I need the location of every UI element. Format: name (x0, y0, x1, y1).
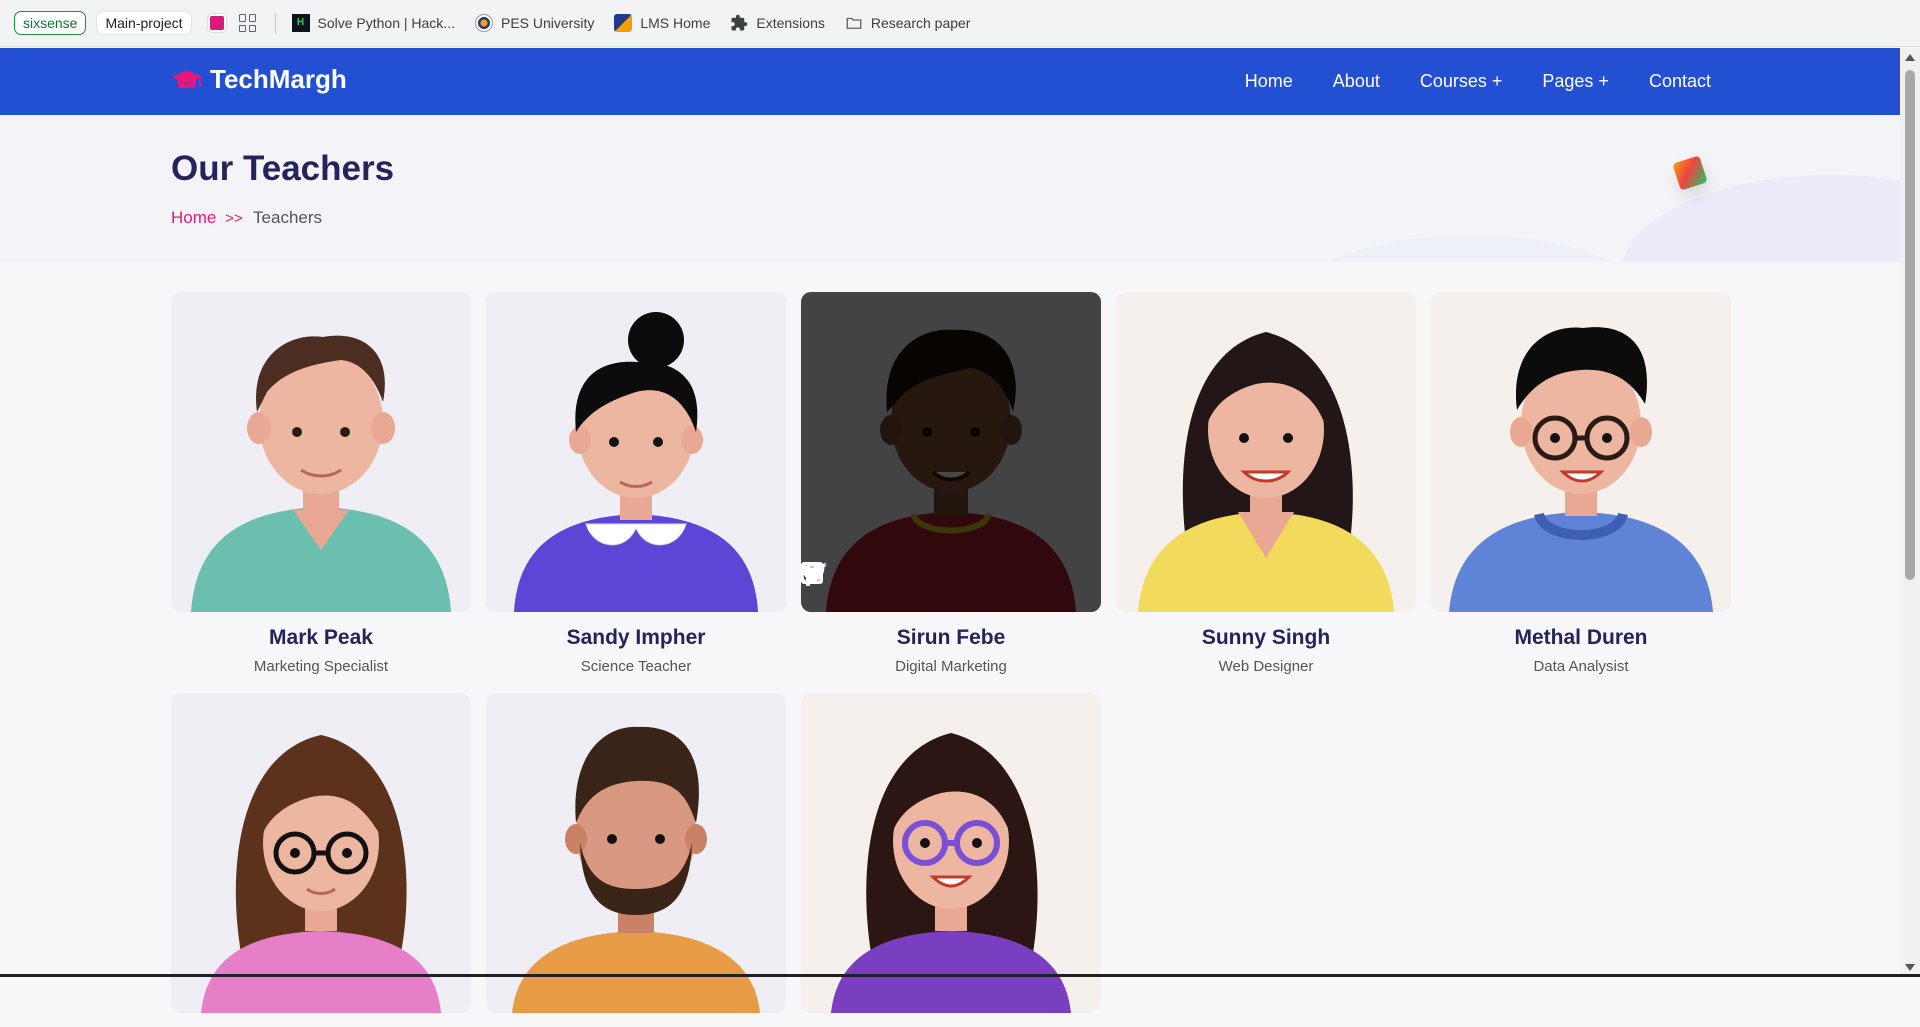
breadcrumb: Home >> Teachers (171, 208, 322, 228)
site-navbar: TechMargh Home About Courses + Pages + C… (0, 48, 1900, 115)
nav-contact[interactable]: Contact (1649, 71, 1711, 92)
bookmark-label: Research paper (870, 15, 971, 31)
teachers-grid: Mark Peak Marketing Specialist Sandy Imp… (0, 262, 1900, 1013)
breadcrumb-home-link[interactable]: Home (171, 208, 216, 227)
twitter-icon[interactable] (801, 562, 937, 586)
teacher-photo[interactable] (1431, 292, 1731, 612)
bookmarks-divider (274, 13, 276, 33)
folder-icon (846, 17, 862, 29)
bookmark-extensions[interactable]: Extensions (730, 14, 825, 32)
teacher-avatar-icon (201, 735, 441, 1013)
teacher-name: Sirun Febe (896, 626, 1006, 649)
teacher-avatar-icon (1138, 332, 1394, 612)
bookmark-lms-home[interactable]: LMS Home (614, 14, 710, 32)
teacher-photo[interactable] (486, 693, 786, 1013)
decorative-wave (1260, 235, 1680, 262)
breadcrumb-current: Teachers (253, 208, 323, 227)
apps-grid-icon[interactable] (238, 14, 257, 32)
teacher-photo[interactable] (171, 292, 471, 612)
teacher-avatar-icon (191, 335, 451, 612)
decorative-cube-icon (1672, 155, 1708, 191)
teacher-photo[interactable] (486, 292, 786, 612)
instagram-icon[interactable] (801, 562, 989, 586)
teacher-photo[interactable] (171, 693, 471, 1013)
puzzle-icon (731, 14, 748, 31)
teacher-name: Sandy Impher (566, 626, 706, 649)
teacher-name: Methal Duren (1514, 626, 1648, 649)
teacher-avatar-icon (512, 726, 760, 1013)
breadcrumb-separator: >> (225, 210, 243, 227)
teacher-role: Marketing Specialist (253, 658, 389, 675)
teacher-card[interactable]: Sunny Singh Web Designer (1116, 292, 1416, 675)
teacher-avatar-icon (831, 733, 1071, 1013)
nav-pages[interactable]: Pages + (1542, 71, 1609, 92)
teacher-avatar-icon (514, 312, 758, 612)
hackerrank-icon: H (291, 14, 310, 32)
page-header: Our Teachers Home >> Teachers (0, 115, 1900, 262)
nav-about[interactable]: About (1333, 71, 1380, 92)
bookmark-pink-app-icon[interactable] (207, 14, 226, 32)
bookmark-label: Solve Python | Hack... (317, 15, 455, 31)
graduation-cap-icon (172, 69, 202, 88)
pes-icon (474, 14, 493, 32)
decorative-wave (1620, 175, 1900, 262)
teacher-name: Sunny Singh (1201, 626, 1331, 649)
facebook-icon[interactable] (803, 562, 885, 586)
page-scrollbar[interactable] (1900, 48, 1920, 977)
nav-home[interactable]: Home (1245, 71, 1293, 92)
social-links (801, 562, 1101, 586)
bookmark-label: PES University (500, 15, 595, 31)
lms-icon (614, 14, 633, 32)
teacher-card[interactable]: Sandy Impher Science Teacher (486, 292, 786, 675)
teacher-role: Digital Marketing (895, 658, 1007, 675)
teacher-role: Data Analysist (1533, 658, 1629, 675)
teacher-photo[interactable] (801, 292, 1101, 612)
bookmarks-bar: sixsense Main-project H Solve Python | H… (0, 0, 1920, 47)
teacher-role: Science Teacher (580, 658, 692, 675)
bookmark-group-sixsense[interactable]: sixsense (14, 11, 87, 35)
teacher-role: Web Designer (1218, 658, 1314, 675)
site-brand-name: TechMargh (210, 64, 347, 94)
bookmark-research-paper[interactable]: Research paper (845, 14, 971, 32)
teacher-card[interactable]: Sirun Febe Digital Marketing (801, 292, 1101, 675)
teacher-avatar-icon (1449, 327, 1713, 612)
bookmark-group-main-project[interactable]: Main-project (96, 11, 192, 35)
bookmark-hackerrank[interactable]: H Solve Python | Hack... (291, 14, 455, 32)
teacher-photo[interactable] (801, 693, 1101, 1013)
scroll-down-arrow-icon[interactable] (1905, 964, 1915, 971)
teacher-name: Mark Peak (269, 626, 373, 649)
bookmark-pes-university[interactable]: PES University (474, 14, 595, 32)
bookmark-label: Extensions (756, 15, 825, 31)
teacher-card[interactable]: Methal Duren Data Analysist (1431, 292, 1731, 675)
teacher-photo[interactable] (1116, 292, 1416, 612)
scroll-up-arrow-icon[interactable] (1905, 54, 1915, 61)
linkedin-icon[interactable] (801, 562, 1041, 586)
page-title: Our Teachers (171, 149, 395, 188)
nav-courses[interactable]: Courses + (1420, 71, 1503, 92)
teacher-card[interactable]: Mark Peak Marketing Specialist (171, 292, 471, 675)
site-logo[interactable]: TechMargh (171, 64, 347, 95)
bookmark-label: LMS Home (640, 15, 711, 31)
scrollbar-thumb[interactable] (1905, 70, 1915, 580)
main-navigation: Home About Courses + Pages + Contact (1205, 48, 1711, 115)
